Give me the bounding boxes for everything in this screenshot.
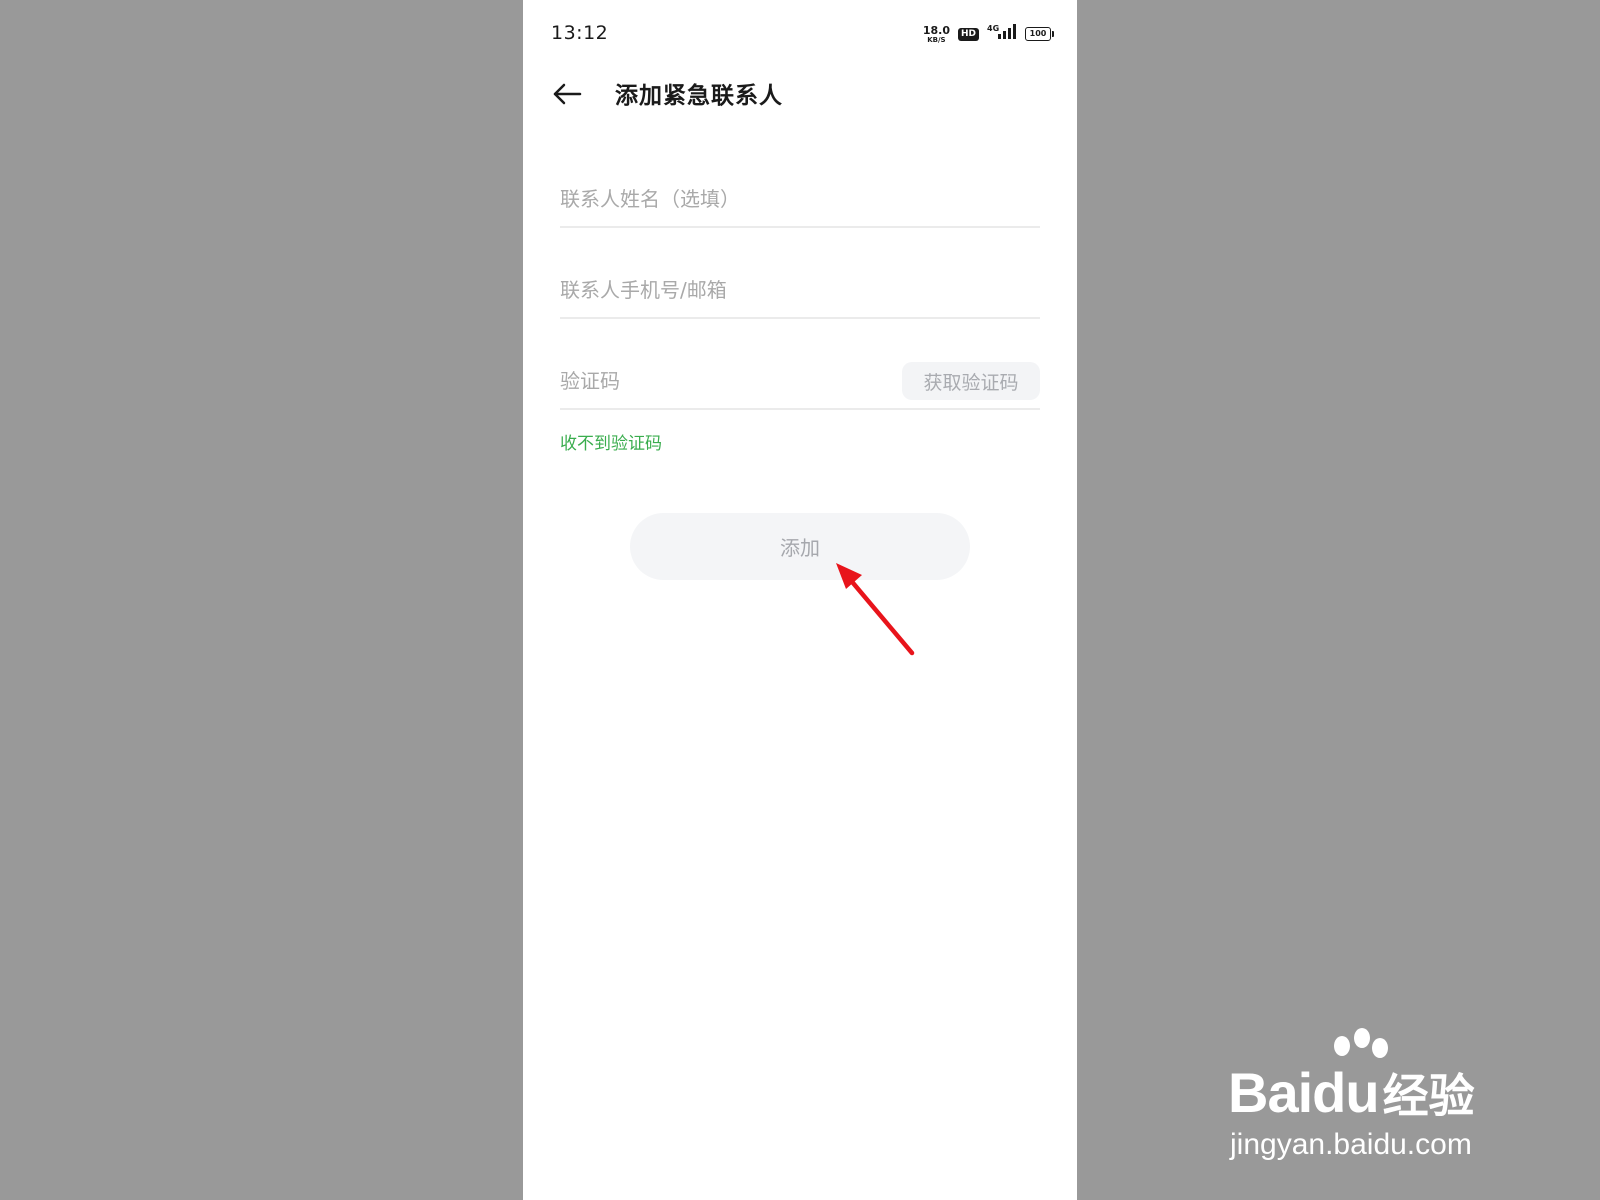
baidu-jingyan-watermark: Baidu经验 jingyan.baidu.com	[1228, 1028, 1528, 1168]
status-icons: 18.0 KB/S HD 4G 100	[923, 22, 1054, 46]
phone-screen: 13:12 18.0 KB/S HD 4G 100 添加紧急联系人 联系人姓名（…	[523, 0, 1077, 1200]
contact-name-input[interactable]	[560, 176, 1040, 222]
contact-phone-email-field	[560, 267, 1040, 319]
hd-icon: HD	[957, 27, 979, 41]
contact-phone-email-input[interactable]	[560, 267, 1040, 313]
watermark-url: jingyan.baidu.com	[1230, 1128, 1472, 1161]
network-type-label: 4G	[987, 24, 999, 33]
get-code-button[interactable]: 获取验证码	[902, 362, 1040, 400]
page-title: 添加紧急联系人	[615, 83, 783, 109]
no-code-link[interactable]: 收不到验证码	[560, 429, 662, 454]
network-speed: 18.0 KB/S	[923, 25, 950, 44]
signal-icon: 4G	[987, 23, 1017, 45]
network-speed-unit: KB/S	[927, 35, 946, 44]
battery-icon: 100	[1025, 27, 1054, 41]
watermark-brand-text: Bai	[1228, 1061, 1313, 1124]
status-time: 13:12	[551, 22, 609, 44]
app-header: 添加紧急联系人	[523, 66, 1077, 120]
annotation-arrow-icon	[836, 563, 915, 656]
verification-code-field: 获取验证码	[560, 358, 1040, 410]
watermark-brand-tail: du	[1312, 1061, 1379, 1124]
arrow-left-icon	[553, 83, 582, 105]
network-speed-value: 18.0	[922, 23, 950, 37]
status-bar: 13:12 18.0 KB/S HD 4G 100	[523, 0, 1077, 66]
verification-code-input[interactable]	[560, 358, 890, 404]
watermark-brand: Baidu经验	[1228, 1060, 1475, 1126]
contact-name-field	[560, 176, 1040, 228]
back-button[interactable]	[551, 78, 583, 110]
watermark-brand-cn: 经验	[1382, 1070, 1475, 1122]
